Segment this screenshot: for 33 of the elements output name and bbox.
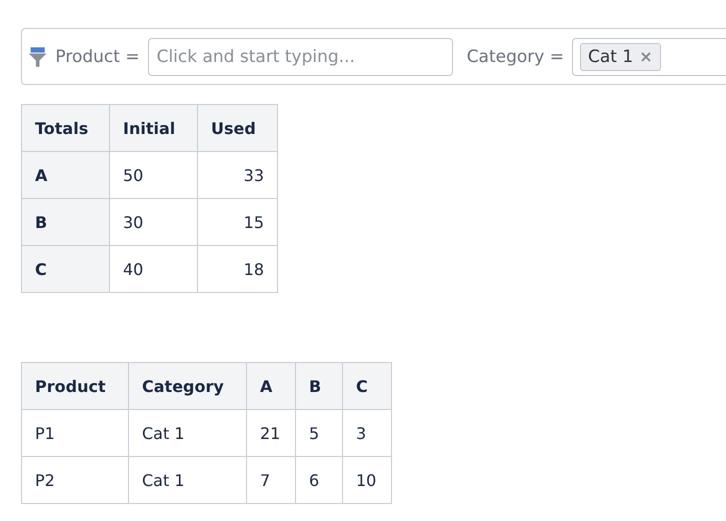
table-cell: 5 <box>296 410 342 456</box>
column-header: B <box>296 362 342 410</box>
table-cell: P1 <box>22 410 128 456</box>
column-header: Category <box>128 362 246 410</box>
table-cell: 3 <box>342 410 392 456</box>
column-header: A <box>246 362 296 410</box>
column-header: Totals <box>22 104 110 152</box>
column-header: Initial <box>110 104 198 152</box>
table-cell: 30 <box>110 198 198 246</box>
column-header: C <box>342 362 392 410</box>
filter-label: Product = <box>55 46 140 66</box>
column-header: Product <box>22 362 128 410</box>
category-chip: Cat 1 × <box>580 42 661 70</box>
table-cell: 40 <box>110 246 198 292</box>
table-cell: P2 <box>22 456 128 504</box>
table-cell: 10 <box>342 456 392 504</box>
row-header: A <box>22 152 110 198</box>
table-cell: 15 <box>198 198 278 246</box>
row-header: B <box>22 198 110 246</box>
table-cell: 50 <box>110 152 198 198</box>
table-cell: 7 <box>246 456 296 504</box>
category-filter-field[interactable]: Cat 1 × <box>572 38 726 76</box>
table-cell: 21 <box>246 410 296 456</box>
product-filter-field[interactable]: Click and start typing... <box>148 38 453 76</box>
row-header: C <box>22 246 110 292</box>
column-header: Used <box>198 104 278 152</box>
filter-icon <box>28 44 48 68</box>
table-cell: 6 <box>296 456 342 504</box>
table-cell: Cat 1 <box>128 410 246 456</box>
table-cell: Cat 1 <box>128 456 246 504</box>
table-cell: 33 <box>198 152 278 198</box>
filter-label: Category = <box>466 46 564 66</box>
table-cell: 18 <box>198 246 278 292</box>
